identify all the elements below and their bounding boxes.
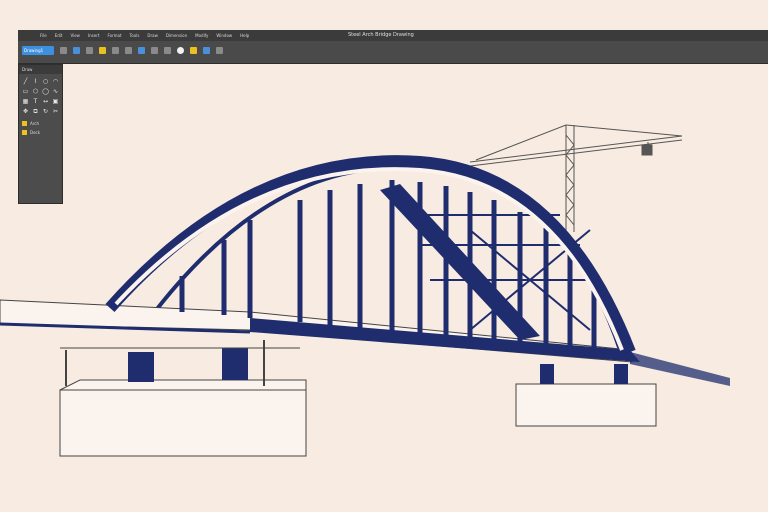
layer-row[interactable]: Deck xyxy=(19,128,62,137)
match-icon[interactable] xyxy=(190,47,197,54)
menu-item-file[interactable]: File xyxy=(38,30,49,41)
right-pier xyxy=(515,364,657,427)
menu-item-view[interactable]: View xyxy=(68,30,82,41)
arc-tool-icon[interactable]: ◠ xyxy=(52,78,59,85)
layer-name: Deck xyxy=(30,130,41,135)
open-icon[interactable] xyxy=(73,47,80,54)
window-title: Steel Arch Bridge Drawing xyxy=(348,32,414,38)
spline-tool-icon[interactable]: ∿ xyxy=(52,88,59,95)
menu-item-help[interactable]: Help xyxy=(238,30,251,41)
tool-grid: ╱ ⌇ ○ ◠ ▭ ⬡ ◯ ∿ ▦ T ↔ ▣ ✥ ⧉ ↻ ✂ xyxy=(19,74,62,119)
menu-item-tools[interactable]: Tools xyxy=(128,30,142,41)
layer-list: Arch Deck xyxy=(19,119,62,137)
menu-item-draw[interactable]: Draw xyxy=(145,30,159,41)
circle-tool-icon[interactable]: ○ xyxy=(42,78,49,85)
menu-item-edit[interactable]: Edit xyxy=(53,30,65,41)
toolbar-icons: Drawing1 xyxy=(22,46,223,55)
menu-item-insert[interactable]: Insert xyxy=(86,30,101,41)
save-icon[interactable] xyxy=(86,47,93,54)
bridge-drawing-canvas xyxy=(0,124,730,457)
menu-item-format[interactable]: Format xyxy=(105,30,123,41)
block-tool-icon[interactable]: ▣ xyxy=(52,98,59,105)
line-tool-icon[interactable]: ╱ xyxy=(22,78,29,85)
menu-item-modify[interactable]: Modify xyxy=(193,30,210,41)
ellipse-tool-icon[interactable]: ◯ xyxy=(42,88,49,95)
main-toolbar: Drawing1 xyxy=(18,41,768,64)
move-tool-icon[interactable]: ✥ xyxy=(22,108,29,115)
dimension-tool-icon[interactable]: ↔ xyxy=(42,98,49,105)
left-pier xyxy=(59,340,307,457)
search-icon[interactable] xyxy=(216,47,223,54)
layer-color-swatch xyxy=(22,121,27,126)
properties-icon[interactable] xyxy=(177,47,184,54)
text-tool-icon[interactable]: T xyxy=(32,98,39,105)
menu-item-dimension[interactable]: Dimension xyxy=(164,30,189,41)
rectangle-tool-icon[interactable]: ▭ xyxy=(22,88,29,95)
tool-palette-title: Draw xyxy=(19,65,62,74)
diagonal-strut xyxy=(380,184,540,340)
tool-palette: Draw ╱ ⌇ ○ ◠ ▭ ⬡ ◯ ∿ ▦ T ↔ ▣ ✥ ⧉ ↻ ✂ Arch Deck xyxy=(18,64,63,204)
title-bar: File Edit View Insert Format Tools Draw Dimensi… xyxy=(18,30,768,41)
layer-color-swatch xyxy=(22,130,27,135)
name-box[interactable]: Drawing1 xyxy=(22,46,54,55)
layer-icon[interactable] xyxy=(164,47,171,54)
trim-tool-icon[interactable]: ✂ xyxy=(52,108,59,115)
polyline-tool-icon[interactable]: ⌇ xyxy=(32,78,39,85)
pan-icon[interactable] xyxy=(138,47,145,54)
undo-icon[interactable] xyxy=(112,47,119,54)
polygon-tool-icon[interactable]: ⬡ xyxy=(32,88,39,95)
print-icon[interactable] xyxy=(99,47,106,54)
new-icon[interactable] xyxy=(60,47,67,54)
measure-icon[interactable] xyxy=(203,47,210,54)
menu-bar: File Edit View Insert Format Tools Draw Dimensi… xyxy=(38,30,251,41)
hatch-tool-icon[interactable]: ▦ xyxy=(22,98,29,105)
copy-tool-icon[interactable]: ⧉ xyxy=(32,108,39,115)
layer-row[interactable]: Arch xyxy=(19,119,62,128)
rotate-tool-icon[interactable]: ↻ xyxy=(42,108,49,115)
menu-item-window[interactable]: Window xyxy=(214,30,234,41)
redo-icon[interactable] xyxy=(125,47,132,54)
zoom-icon[interactable] xyxy=(151,47,158,54)
layer-name: Arch xyxy=(30,121,40,126)
